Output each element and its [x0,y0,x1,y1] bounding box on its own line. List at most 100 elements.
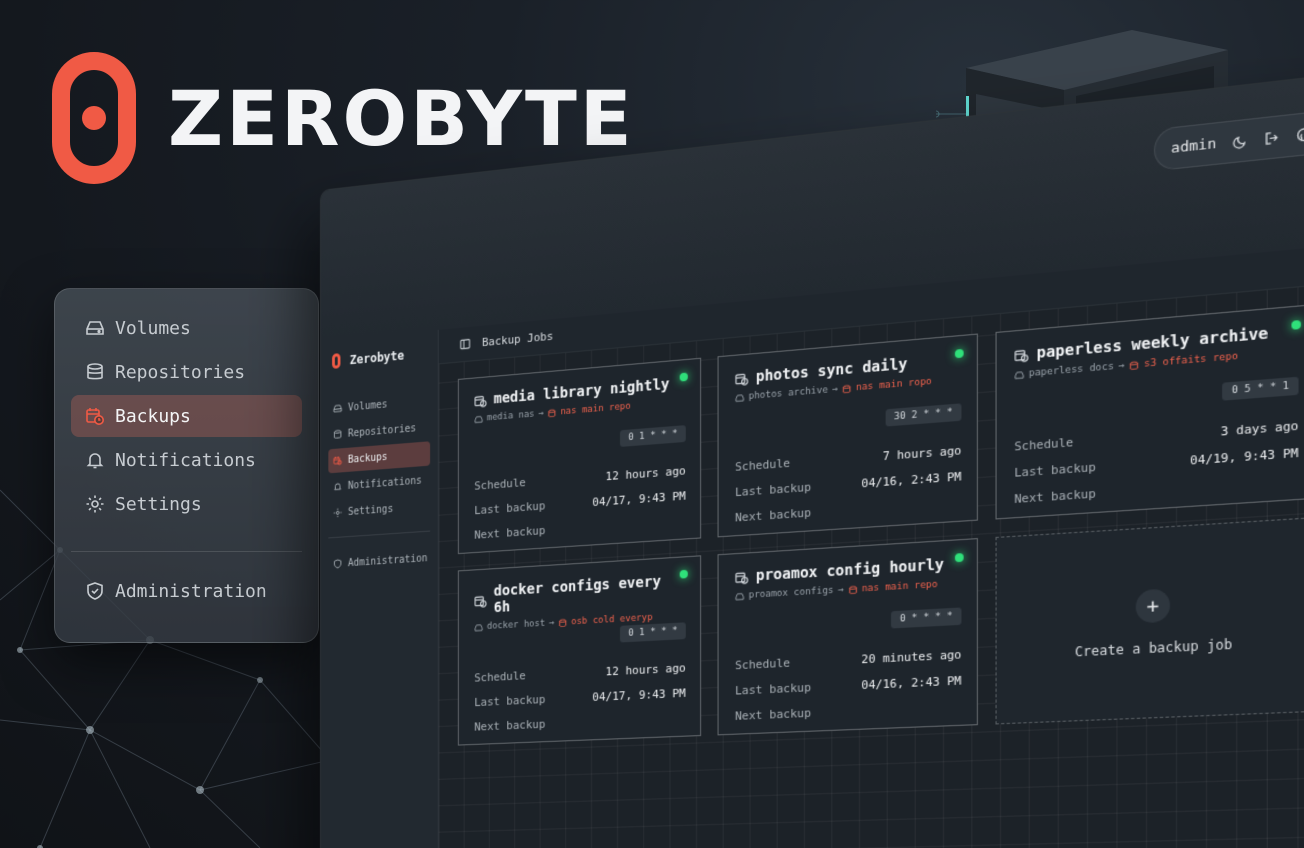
schedule-value: 12 hours ago [606,656,686,685]
arrow-right-icon: → [538,409,543,420]
arrow-right-icon: → [1118,361,1124,373]
nav-item-administration[interactable]: Administration [71,570,302,612]
nav-item-repositories[interactable]: Repositories [71,351,302,393]
schedule-label: Schedule [474,471,526,499]
schedule-label: Schedule [735,651,790,679]
hard-drive-icon [474,622,483,632]
job-repository: nas main repo [548,401,631,418]
database-icon [558,618,567,628]
job-details: Schedule 7 hours ago Last backup 04/16, 2:… [735,438,961,531]
job-source: media nas [487,409,535,423]
nav-divider [71,551,302,552]
job-name: docker configs every 6h [494,572,684,616]
brand-wordmark: ZEROBYTE [168,74,635,163]
job-details: Schedule 20 minutes ago Last backup 04/16,… [735,642,961,729]
cron-badge: 0 5 * * 1 [1222,377,1298,401]
app-window: admin Zerobyte Volumes Repositories Back… [320,70,1304,848]
status-indicator [680,372,688,381]
database-icon [848,585,858,595]
nav-item-label: Backups [115,406,191,427]
sidebar-item-label: Settings [348,503,393,517]
job-source: proamox configs [749,585,834,600]
username-label: admin [1171,135,1216,157]
cron-badge: 0 1 * * * [620,622,686,642]
bell-icon [85,450,105,470]
backup-job-card[interactable]: docker configs every 6h docker host → os… [458,555,701,745]
arrow-right-icon: → [838,585,844,596]
nav-item-label: Administration [115,581,267,602]
arrow-right-icon: → [832,384,838,395]
database-icon [548,408,557,418]
create-backup-job-label: Create a backup job [1075,637,1232,660]
last-backup-value: 04/16, 2:43 PM [861,668,961,698]
main-content: Backup Jobs media library nightly media … [439,243,1304,848]
logout-icon[interactable] [1264,129,1279,145]
sidebar-item-settings[interactable]: Settings [328,494,430,525]
status-indicator [955,553,964,562]
job-repository: nas main repo [848,580,938,596]
cron-badge: 0 * * * * [891,607,961,628]
nav-item-label: Volumes [115,318,191,339]
calendar-clock-icon [85,406,105,426]
database-icon [842,384,852,394]
calendar-clock-icon [474,594,487,608]
plus-icon: + [1136,588,1170,623]
job-repository-name: s3 offaits repo [1144,351,1238,370]
status-indicator [1291,320,1300,330]
database-icon [333,429,342,440]
backup-jobs-grid: media library nightly media nas → nas ma… [458,304,1304,746]
backup-job-card[interactable]: media library nightly media nas → nas ma… [458,358,701,554]
app-brand[interactable]: Zerobyte [328,345,430,369]
schedule-label: Schedule [474,664,526,691]
next-backup-label: Next backup [735,500,811,531]
hard-drive-icon [735,392,744,402]
moon-icon[interactable] [1233,133,1248,149]
job-details: Schedule 3 days ago Last backup 04/19, 9:4… [1014,413,1298,513]
nav-item-backups[interactable]: Backups [71,395,302,437]
sidebar-divider [328,531,430,539]
nav-item-label: Repositories [115,362,245,383]
last-backup-label: Last backup [735,675,811,704]
last-backup-value: 04/17, 9:43 PM [592,681,685,710]
zerobyte-logo-icon [332,353,340,369]
backup-job-card[interactable]: photos sync daily photos archive → nas m… [718,333,978,537]
floating-nav-panel: Volumes Repositories Backups Notificatio… [54,288,319,643]
job-source: photos archive [749,385,828,402]
job-repository-name: nas main ropo [856,376,932,393]
github-icon[interactable] [1296,126,1304,142]
sidebar-item-administration[interactable]: Administration [328,546,430,577]
sidebar-item-label: Volumes [348,399,388,413]
job-details: Schedule 12 hours ago Last backup 04/17, 9… [474,459,685,548]
user-menu[interactable]: admin [1154,110,1304,172]
create-backup-job-button[interactable]: + Create a backup job [996,517,1304,725]
app-brand-name: Zerobyte [350,348,404,367]
backup-job-card[interactable]: paperless weekly archive paperless docs … [996,304,1304,520]
next-backup-label: Next backup [1014,481,1096,513]
cron-badge: 0 1 * * * [620,425,686,447]
backup-job-card[interactable]: proamox config hourly proamox configs → … [718,538,978,735]
job-title: docker configs every 6h [474,572,683,617]
next-backup-label: Next backup [735,701,811,730]
next-backup-label: Next backup [474,712,545,740]
gear-icon [333,507,342,518]
shield-check-icon [85,581,105,601]
job-repository: nas main ropo [842,376,932,394]
gear-icon [85,494,105,514]
hard-drive-icon [474,414,483,424]
calendar-clock-icon [735,570,748,585]
app-sidebar: Zerobyte Volumes Repositories Backups No… [321,330,439,848]
nav-item-volumes[interactable]: Volumes [71,307,302,349]
nav-item-label: Settings [115,494,202,515]
sidebar-item-label: Backups [348,451,388,465]
job-source: paperless docs [1029,361,1114,379]
calendar-clock-icon [474,393,487,407]
next-backup-label: Next backup [474,519,545,548]
sidebar-item-label: Administration [348,553,428,569]
job-repository: s3 offaits repo [1129,351,1238,371]
nav-item-notifications[interactable]: Notifications [71,439,302,481]
calendar-clock-icon [333,455,342,466]
hard-drive-icon [85,318,105,338]
job-details: Schedule 12 hours ago Last backup 04/17, 9… [474,656,685,740]
nav-item-settings[interactable]: Settings [71,483,302,525]
sidebar-toggle-icon[interactable] [460,338,471,350]
